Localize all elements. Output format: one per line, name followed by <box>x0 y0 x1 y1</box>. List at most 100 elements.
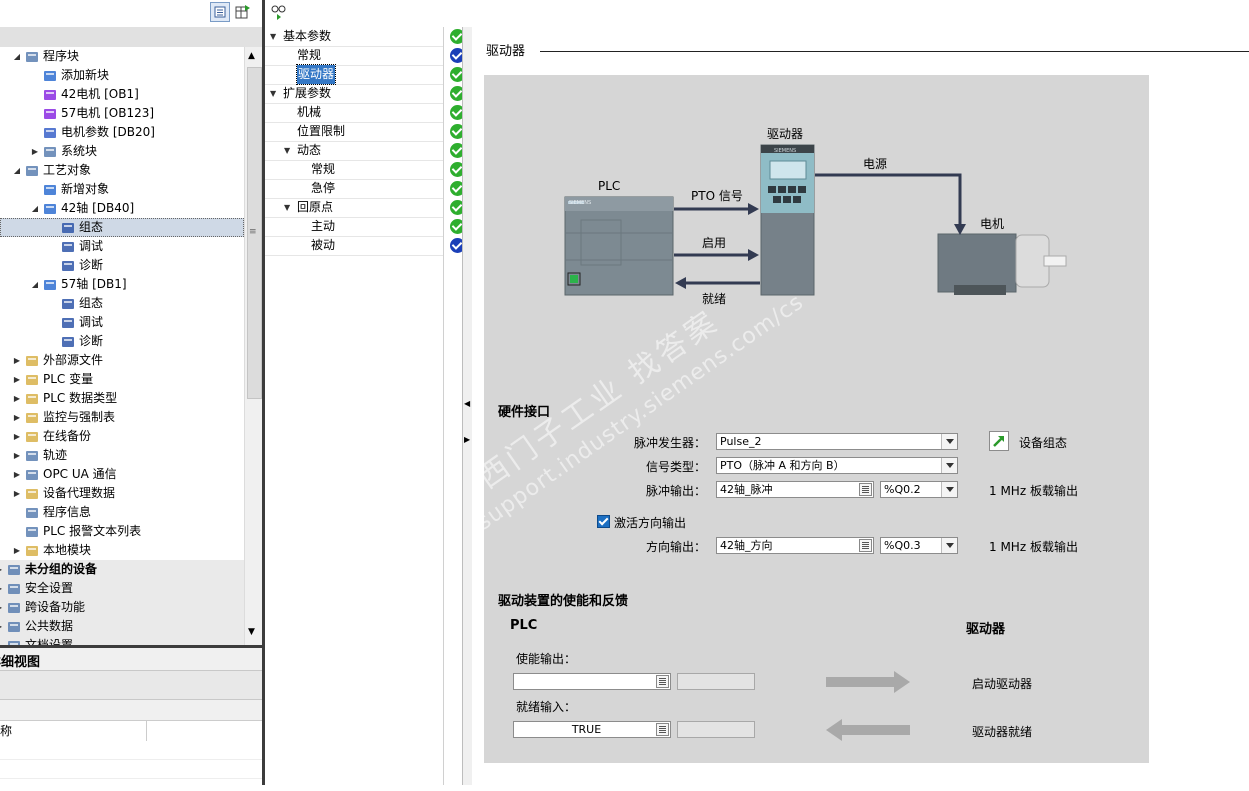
expand-arrow-icon[interactable]: ▶ <box>0 560 4 579</box>
collapse-left-icon[interactable]: ◀ <box>464 399 470 408</box>
nav-item[interactable]: 常规 <box>265 46 465 66</box>
tree-item[interactable]: PLC 报警文本列表 <box>0 522 244 541</box>
expand-right-icon[interactable]: ▶ <box>464 435 470 444</box>
collapse-arrow-icon[interactable]: ◢ <box>12 161 22 180</box>
collapse-arrow-icon[interactable]: ▼ <box>270 84 276 103</box>
nav-item[interactable]: 常规 <box>265 160 465 180</box>
tree-item[interactable]: 诊断 <box>0 256 244 275</box>
expand-arrow-icon[interactable]: ▶ <box>12 389 22 408</box>
tree-item[interactable]: 组态 <box>0 294 244 313</box>
tree-item[interactable]: 诊断 <box>0 332 244 351</box>
scroll-up-icon[interactable]: ▲ <box>248 51 255 61</box>
tree-item[interactable]: ◢ 42轴 [DB40] <box>0 199 244 218</box>
tree-item[interactable]: ▶ 文档设置 <box>0 636 244 645</box>
activate-direction-checkbox[interactable] <box>597 515 610 528</box>
diagnostics-icon <box>61 335 75 348</box>
column-divider[interactable] <box>146 721 147 741</box>
scroll-down-icon[interactable]: ▼ <box>248 627 255 637</box>
tree-item[interactable]: ▶ 系统块 <box>0 142 244 161</box>
expand-arrow-icon[interactable]: ▶ <box>0 617 4 636</box>
tree-item[interactable]: 电机参数 [DB20] <box>0 123 244 142</box>
tree-item[interactable]: ▶ 本地模块 <box>0 541 244 560</box>
expand-arrow-icon[interactable]: ▶ <box>12 484 22 503</box>
functional-view-icon[interactable] <box>271 4 287 20</box>
dropdown-arrow-icon[interactable] <box>941 538 957 553</box>
tree-item[interactable]: 调试 <box>0 313 244 332</box>
table-view-icon[interactable] <box>234 3 252 21</box>
signal-type-select[interactable]: PTO（脉冲 A 和方向 B） <box>716 457 958 474</box>
dropdown-arrow-icon[interactable] <box>941 458 957 473</box>
tree-item[interactable]: ▶ PLC 数据类型 <box>0 389 244 408</box>
tree-item[interactable]: ◢ 57轴 [DB1] <box>0 275 244 294</box>
nav-item[interactable]: 位置限制 <box>265 122 465 142</box>
expand-arrow-icon[interactable]: ▶ <box>12 465 22 484</box>
collapse-arrow-icon[interactable]: ◢ <box>12 47 22 66</box>
tree-item[interactable]: 42电机 [OB1] <box>0 85 244 104</box>
expand-arrow-icon[interactable]: ▶ <box>0 579 4 598</box>
collapse-arrow-icon[interactable]: ◢ <box>30 275 40 294</box>
nav-item[interactable]: ▼ 回原点 <box>265 198 465 218</box>
nav-item[interactable]: ▼ 基本参数 <box>265 27 465 47</box>
expand-arrow-icon[interactable]: ▶ <box>30 142 40 161</box>
dropdown-arrow-icon[interactable] <box>941 482 957 497</box>
expand-arrow-icon[interactable]: ▶ <box>0 636 4 645</box>
tree-item[interactable]: ▶ 设备代理数据 <box>0 484 244 503</box>
ready-input-field[interactable]: TRUE <box>513 721 671 738</box>
tree-item[interactable]: ▶ 轨迹 <box>0 446 244 465</box>
tag-list-icon[interactable] <box>656 675 669 688</box>
tree-item[interactable]: 添加新块 <box>0 66 244 85</box>
dropdown-arrow-icon[interactable] <box>941 434 957 449</box>
expand-arrow-icon[interactable]: ▶ <box>12 370 22 389</box>
direction-output-input[interactable]: 42轴_方向 <box>716 537 874 554</box>
tree-item[interactable]: 新增对象 <box>0 180 244 199</box>
project-tree-scrollbar[interactable]: ▲ ≡ ▼ <box>244 47 262 645</box>
nav-item[interactable]: 被动 <box>265 236 465 256</box>
tree-item[interactable]: ▶ PLC 变量 <box>0 370 244 389</box>
tree-item-label: 添加新块 <box>61 68 110 82</box>
tree-item[interactable]: ▶ 在线备份 <box>0 427 244 446</box>
pulse-generator-select[interactable]: Pulse_2 <box>716 433 958 450</box>
tag-list-icon[interactable] <box>859 539 872 552</box>
tree-item[interactable]: ◢ 程序块 <box>0 47 244 66</box>
tree-item[interactable]: 程序信息 <box>0 503 244 522</box>
column-name-label[interactable]: 名称 <box>0 721 12 741</box>
nav-item[interactable]: 主动 <box>265 217 465 237</box>
pulse-output-input[interactable]: 42轴_脉冲 <box>716 481 874 498</box>
tree-item[interactable]: ▶ 安全设置 <box>0 579 244 598</box>
tree-item[interactable]: 组态 <box>0 218 244 237</box>
tree-item[interactable]: ◢ 工艺对象 <box>0 161 244 180</box>
tree-item[interactable]: ▶ OPC UA 通信 <box>0 465 244 484</box>
tag-list-icon[interactable] <box>656 723 669 736</box>
nav-item[interactable]: 驱动器 <box>265 64 465 85</box>
expand-arrow-icon[interactable]: ▶ <box>12 446 22 465</box>
expand-arrow-icon[interactable]: ▶ <box>12 408 22 427</box>
expand-arrow-icon[interactable]: ▶ <box>12 541 22 560</box>
tree-item[interactable]: ▶ 未分组的设备 <box>0 560 244 579</box>
nav-item[interactable]: ▼ 动态 <box>265 141 465 161</box>
tree-item[interactable]: 57电机 [OB123] <box>0 104 244 123</box>
ob-block-icon <box>43 88 57 101</box>
tag-list-icon[interactable] <box>859 483 872 496</box>
device-config-button[interactable] <box>989 431 1009 451</box>
device-config-label[interactable]: 设备组态 <box>1019 434 1067 451</box>
nav-item[interactable]: 机械 <box>265 103 465 123</box>
expand-arrow-icon[interactable]: ▶ <box>12 351 22 370</box>
nav-item[interactable]: 急停 <box>265 179 465 199</box>
collapse-arrow-icon[interactable]: ◢ <box>30 199 40 218</box>
enable-output-input[interactable] <box>513 673 671 690</box>
collapse-arrow-icon[interactable]: ▼ <box>284 198 290 217</box>
overview-view-icon[interactable] <box>210 2 230 22</box>
tree-item[interactable]: ▶ 跨设备功能 <box>0 598 244 617</box>
tree-item[interactable]: ▶ 外部源文件 <box>0 351 244 370</box>
expand-arrow-icon[interactable]: ▶ <box>12 427 22 446</box>
tree-item[interactable]: ▶ 公共数据 <box>0 617 244 636</box>
collapse-arrow-icon[interactable]: ▼ <box>284 141 290 160</box>
tree-item[interactable]: ▶ 监控与强制表 <box>0 408 244 427</box>
expand-arrow-icon[interactable]: ▶ <box>0 598 4 617</box>
nav-item[interactable]: ▼ 扩展参数 <box>265 84 465 104</box>
project-tree-toolbar <box>0 0 262 27</box>
direction-output-address-select[interactable]: %Q0.3 <box>880 537 958 554</box>
collapse-arrow-icon[interactable]: ▼ <box>270 27 276 46</box>
pulse-output-address-select[interactable]: %Q0.2 <box>880 481 958 498</box>
tree-item[interactable]: 调试 <box>0 237 244 256</box>
